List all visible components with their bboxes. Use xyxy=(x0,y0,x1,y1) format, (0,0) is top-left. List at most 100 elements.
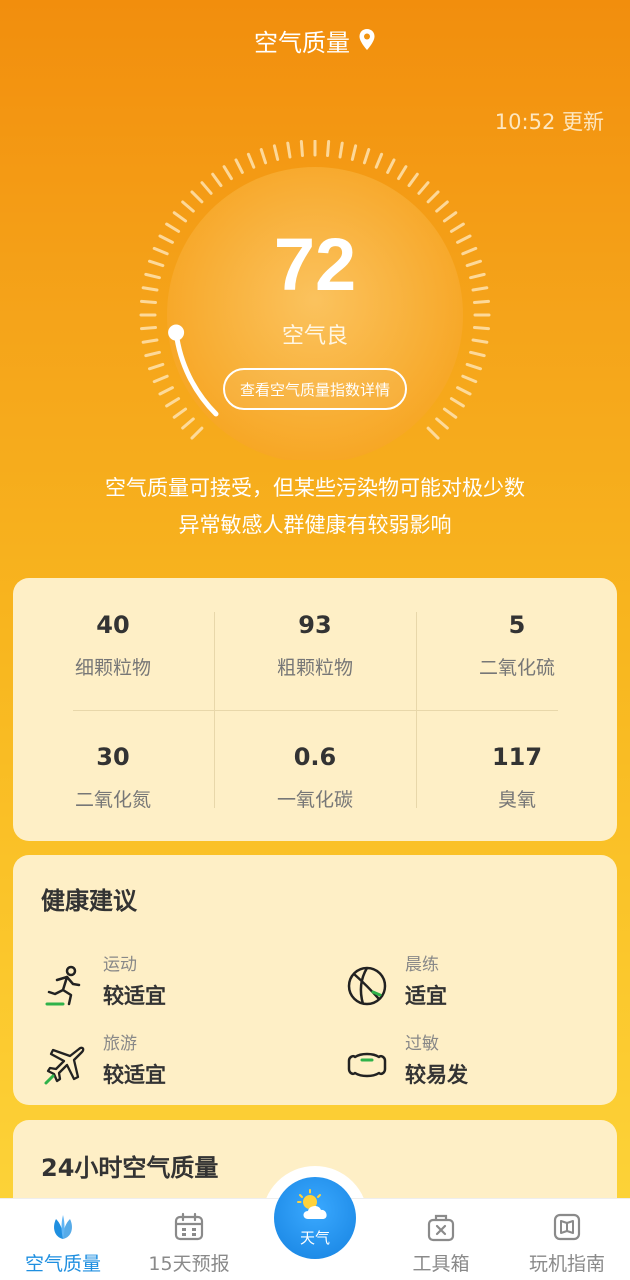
health-item-morning-exercise[interactable]: 晨练 适宜 xyxy=(345,955,605,1018)
gauge-tick xyxy=(181,200,195,213)
gauge-tick xyxy=(397,165,408,181)
tab-15-day-forecast[interactable]: 15天预报 xyxy=(126,1199,252,1280)
aqi-level: 空气良 xyxy=(281,324,348,349)
calendar-icon xyxy=(174,1212,204,1241)
pollutant-name: 臭氧 xyxy=(497,789,536,811)
pollutant-name: 二氧化硫 xyxy=(478,657,555,679)
health-item-status: 较适宜 xyxy=(103,984,166,1008)
gauge-tick xyxy=(152,374,169,384)
pollutant-value: 40 xyxy=(96,611,130,639)
gauge-tick xyxy=(426,426,440,440)
gauge-tick xyxy=(181,417,195,430)
pollutant-value: 5 xyxy=(508,611,526,639)
airplane-icon xyxy=(44,1046,85,1085)
gauge-tick xyxy=(200,181,213,195)
gauge-tick xyxy=(222,165,233,181)
gauge-tick xyxy=(426,190,440,204)
aqi-value: 72 xyxy=(273,223,357,306)
gauge-tick xyxy=(362,148,371,165)
gauge-tick xyxy=(272,144,280,161)
pollutant-name: 二氧化氮 xyxy=(74,789,151,811)
gauge-tick xyxy=(326,140,331,157)
pollutant-value: 93 xyxy=(298,611,332,639)
health-item-key: 运动 xyxy=(103,955,137,975)
tab-label: 玩机指南 xyxy=(528,1253,605,1275)
pollutant-item[interactable]: 117 臭氧 xyxy=(417,743,617,812)
health-card: 健康建议 运动 较适宜 晨练 适宜 旅游 较适宜 过敏 较易发 xyxy=(13,855,617,1105)
pollutant-name: 一氧化碳 xyxy=(276,789,353,811)
gauge-tick xyxy=(234,158,244,174)
health-item-allergy[interactable]: 过敏 较易发 xyxy=(345,1034,605,1097)
toolbox-icon xyxy=(427,1214,455,1242)
pollutant-value: 30 xyxy=(96,743,130,771)
mask-icon xyxy=(347,1052,387,1078)
gauge-tick xyxy=(386,158,396,174)
gauge-tick xyxy=(190,190,204,204)
tab-label: 15天预报 xyxy=(148,1253,230,1275)
pollutant-item[interactable]: 30 二氧化氮 xyxy=(13,743,213,812)
gauge-tick xyxy=(350,144,358,161)
health-item-status: 较适宜 xyxy=(103,1063,166,1087)
leaf-icon xyxy=(54,1215,72,1239)
tab-label: 工具箱 xyxy=(412,1253,470,1275)
gauge-tick xyxy=(465,362,482,371)
gauge-tick xyxy=(435,417,449,430)
divider xyxy=(73,710,558,711)
page-title[interactable]: 空气质量 xyxy=(254,23,350,58)
aqi-detail-button[interactable]: 查看空气质量指数详情 xyxy=(223,368,407,410)
pollutant-item[interactable]: 5 二氧化硫 xyxy=(417,611,617,680)
description-line: 空气质量可接受，但某些污染物可能对极少数 xyxy=(105,476,525,500)
pollutant-item[interactable]: 40 细颗粒物 xyxy=(13,611,213,680)
gauge-disc xyxy=(167,167,463,460)
aqi-description: 空气质量可接受，但某些污染物可能对极少数 异常敏感人群健康有较弱影响 xyxy=(0,470,630,544)
gauge-tick xyxy=(374,152,384,169)
weather-icon xyxy=(297,1189,327,1219)
gauge-tick xyxy=(299,140,304,157)
pollutants-card: 40 细颗粒物 93 粗颗粒物 5 二氧化硫 30 二氧化氮 0.6 一氧化碳 … xyxy=(13,578,617,841)
health-item-sport[interactable]: 运动 较适宜 xyxy=(43,955,303,1018)
tab-label: 空气质量 xyxy=(24,1253,101,1275)
header: 空气质量 xyxy=(0,0,630,80)
health-item-key: 晨练 xyxy=(405,955,439,975)
guide-icon xyxy=(553,1213,581,1241)
pollutant-item[interactable]: 93 粗颗粒物 xyxy=(215,611,415,680)
running-icon xyxy=(45,965,81,1006)
gauge-tick xyxy=(435,200,449,213)
gauge-tick xyxy=(259,148,268,165)
tab-toolbox[interactable]: 工具箱 xyxy=(378,1199,504,1280)
pollutant-item[interactable]: 0.6 一氧化碳 xyxy=(215,743,415,812)
health-item-status: 适宜 xyxy=(405,984,447,1008)
pollutant-value: 0.6 xyxy=(293,743,337,771)
gauge-tick xyxy=(469,350,486,358)
health-item-key: 旅游 xyxy=(103,1034,137,1054)
gauge-tick xyxy=(442,407,458,419)
health-item-status: 较易发 xyxy=(405,1063,468,1087)
ball-icon xyxy=(347,966,387,1006)
gauge-tick xyxy=(456,386,472,396)
tab-label: 天气 xyxy=(299,1229,330,1247)
gauge-tick xyxy=(338,141,344,159)
tab-weather[interactable]: 天气 xyxy=(274,1177,356,1259)
gauge-tick xyxy=(190,426,204,440)
update-time: 10:52 更新 xyxy=(494,110,604,134)
gauge-tick xyxy=(148,362,165,371)
tab-guide[interactable]: 玩机指南 xyxy=(504,1199,630,1280)
pollutant-name: 粗颗粒物 xyxy=(276,657,353,679)
health-title: 健康建议 xyxy=(41,887,137,915)
hourly-title: 24小时空气质量 xyxy=(41,1154,219,1182)
gauge-tick xyxy=(172,211,188,223)
gauge-tick xyxy=(165,397,181,408)
gauge-tick xyxy=(449,397,465,408)
gauge-tick xyxy=(286,141,292,159)
location-pin-icon[interactable] xyxy=(358,28,376,52)
gauge-tick xyxy=(172,407,188,419)
description-line: 异常敏感人群健康有较弱影响 xyxy=(178,513,452,537)
gauge-tick xyxy=(246,152,256,169)
pollutant-value: 117 xyxy=(491,743,543,771)
health-item-travel[interactable]: 旅游 较适宜 xyxy=(43,1034,303,1097)
gauge-tick xyxy=(461,374,478,384)
gauge-tick xyxy=(144,350,161,358)
gauge-tick xyxy=(417,181,430,195)
tab-air-quality[interactable]: 空气质量 xyxy=(0,1199,126,1280)
gauge-tick xyxy=(158,386,174,396)
